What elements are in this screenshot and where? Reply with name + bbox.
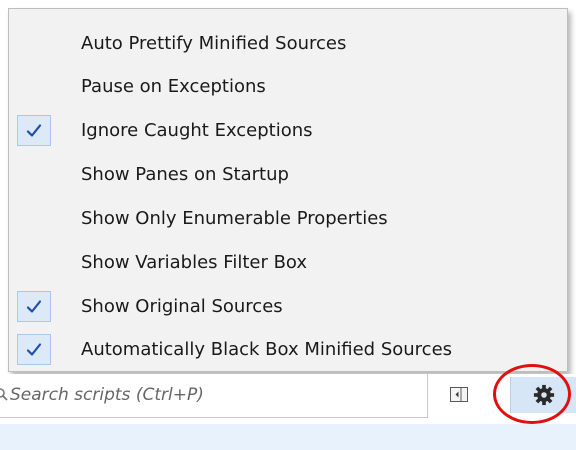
pane-toggle-icon[interactable] — [450, 387, 468, 402]
menu-item-show-original-sources[interactable]: Show Original Sources — [13, 289, 563, 325]
search-scripts-input[interactable] — [10, 380, 420, 410]
menu-item-ignore-caught-exceptions[interactable]: Ignore Caught Exceptions — [13, 113, 563, 149]
menu-item-label: Show Only Enumerable Properties — [81, 208, 388, 229]
checkmark-icon — [17, 115, 51, 146]
menu-item-label: Automatically Black Box Minified Sources — [81, 339, 453, 360]
menu-item-label: Pause on Exceptions — [81, 76, 266, 97]
debugger-options-screen: Auto Prettify Minified Sources Pause on … — [0, 0, 576, 450]
checkmark-icon — [17, 291, 51, 322]
menu-item-show-only-enumerable-properties[interactable]: Show Only Enumerable Properties — [13, 201, 563, 237]
menu-item-show-variables-filter-box[interactable]: Show Variables Filter Box — [13, 245, 563, 281]
menu-item-label: Show Original Sources — [81, 296, 283, 317]
menu-item-label: Ignore Caught Exceptions — [81, 120, 313, 141]
debugger-options-button[interactable] — [510, 377, 576, 413]
sources-pane-area — [0, 424, 576, 450]
menu-item-pause-on-exceptions[interactable]: Pause on Exceptions — [13, 69, 563, 105]
debugger-toolbar — [0, 374, 576, 418]
gear-icon — [533, 384, 555, 406]
menu-item-label: Auto Prettify Minified Sources — [81, 33, 347, 54]
search-scripts-box[interactable] — [0, 374, 428, 418]
menu-item-auto-black-box-minified[interactable]: Automatically Black Box Minified Sources — [13, 332, 563, 368]
debugger-options-menu: Auto Prettify Minified Sources Pause on … — [8, 8, 568, 372]
checkmark-icon — [17, 334, 51, 365]
menu-item-auto-prettify[interactable]: Auto Prettify Minified Sources — [13, 26, 563, 62]
magnifier-icon — [0, 388, 8, 401]
menu-item-label: Show Variables Filter Box — [81, 252, 308, 273]
menu-item-show-panes-on-startup[interactable]: Show Panes on Startup — [13, 157, 563, 193]
menu-item-label: Show Panes on Startup — [81, 164, 289, 185]
